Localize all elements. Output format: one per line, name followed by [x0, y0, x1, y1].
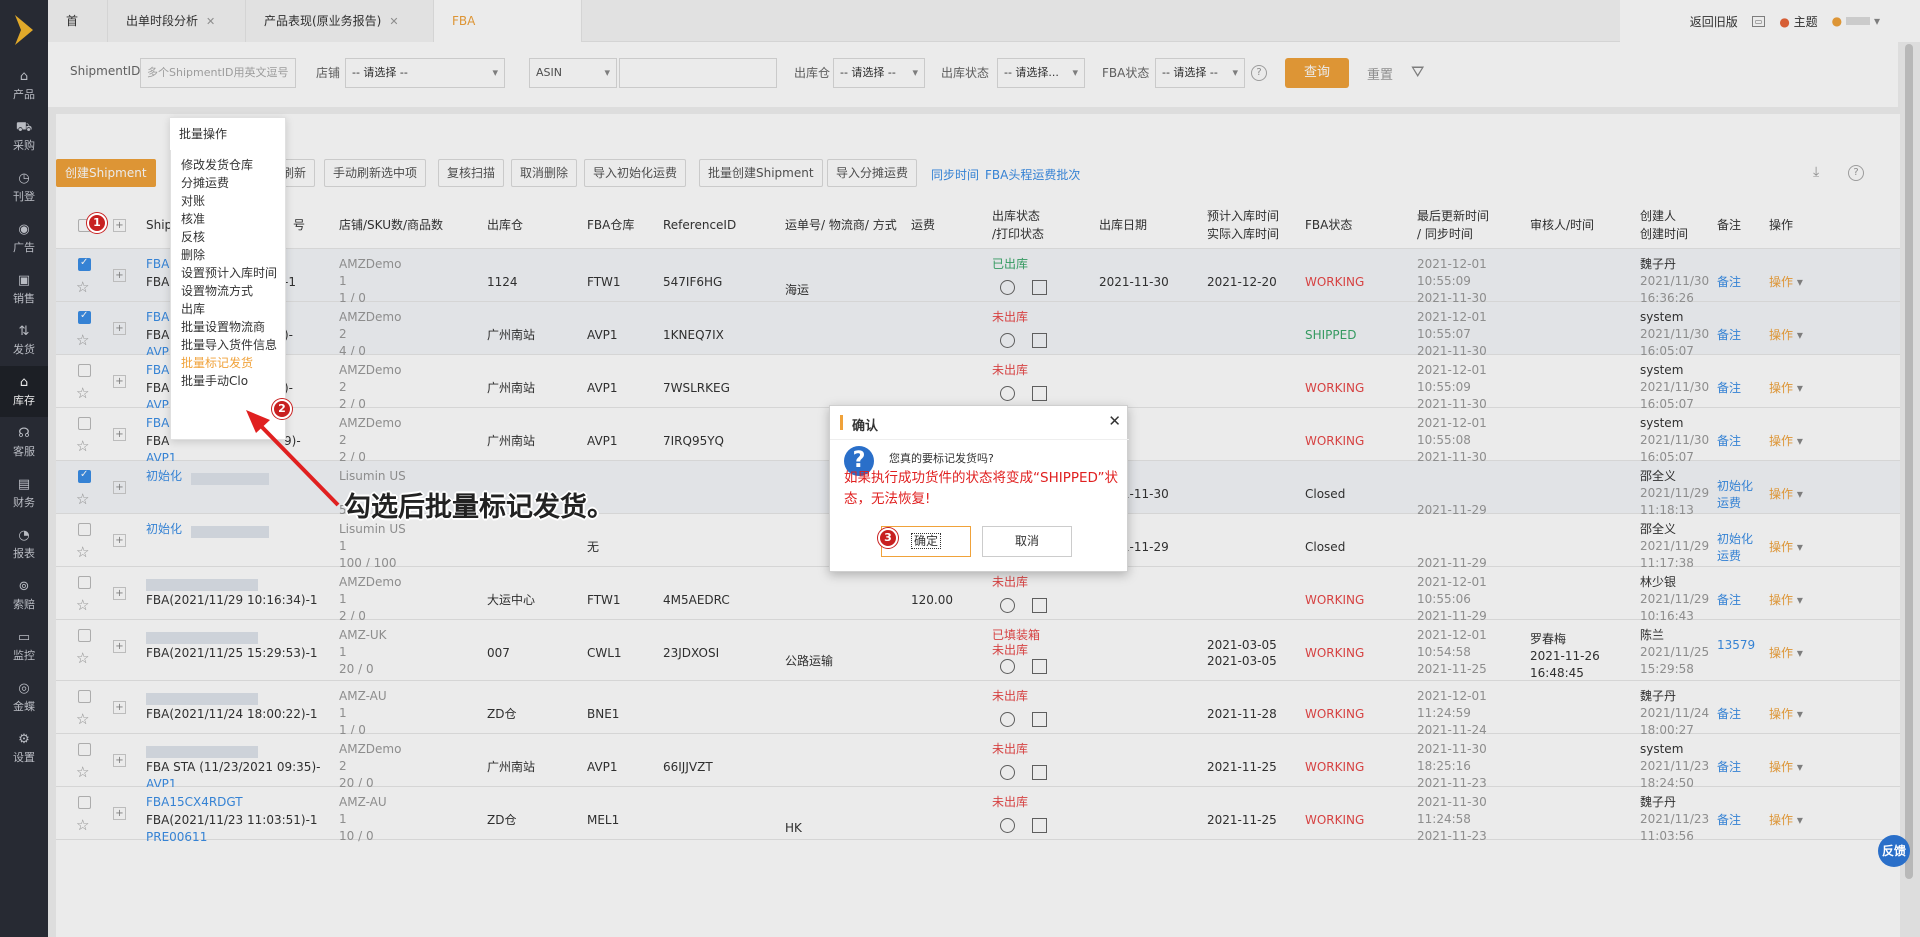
annotation-arrow: [246, 410, 340, 507]
step-marker-2: 2: [272, 399, 292, 419]
step-marker-1: 1: [87, 213, 107, 233]
step-marker-3: 3: [878, 528, 898, 548]
feedback-button[interactable]: 反馈: [1878, 835, 1910, 867]
annotation-callout: 勾选后批量标记发货。: [344, 492, 614, 523]
